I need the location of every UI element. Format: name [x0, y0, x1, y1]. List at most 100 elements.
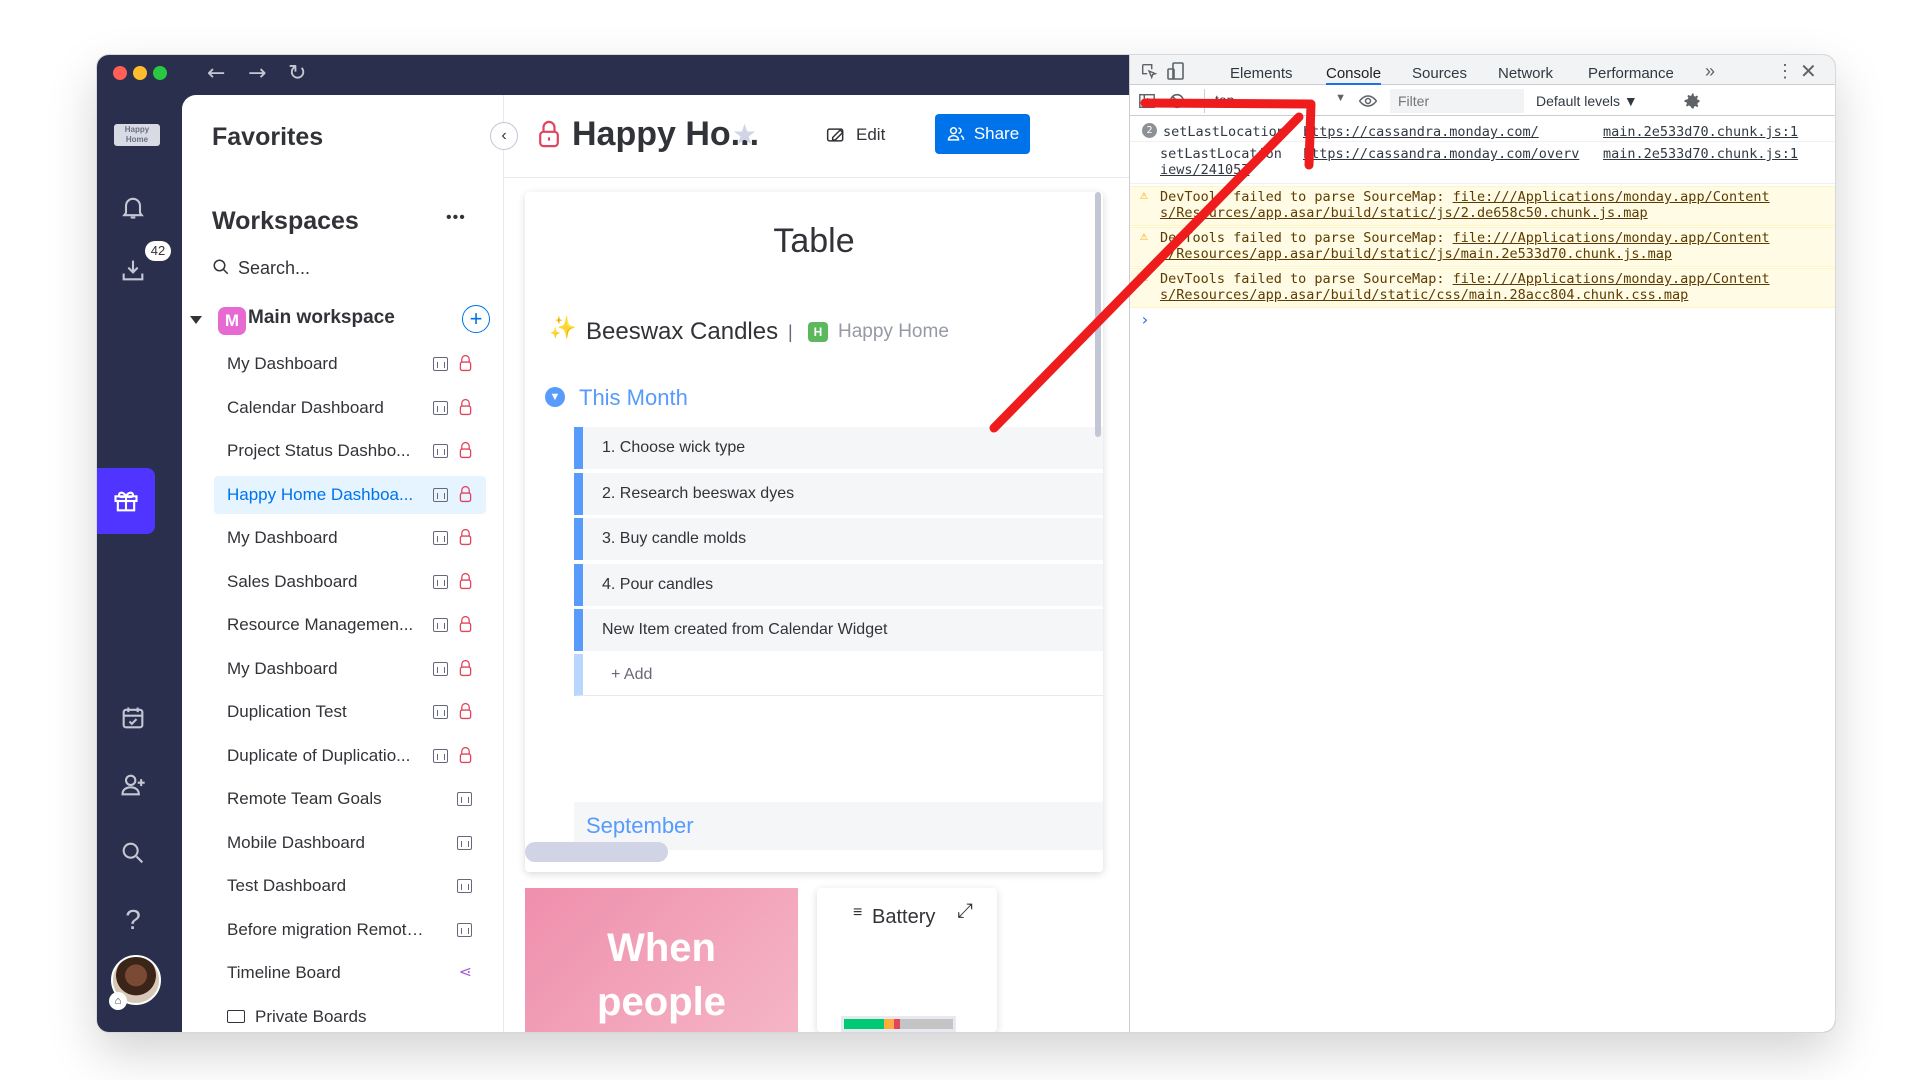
device-toolbar-icon[interactable] [1166, 61, 1186, 81]
sidebar-item[interactable]: My Dashboard [214, 650, 486, 688]
table-row[interactable]: 1. Choose wick type [574, 427, 1103, 469]
sidebar-item[interactable]: Remote Team Goals [214, 780, 486, 818]
tab-console[interactable]: Console [1326, 65, 1382, 85]
horizontal-scrollbar[interactable] [525, 842, 668, 862]
console-warning[interactable]: ⚠ DevTools failed to parse SourceMap: fil… [1130, 227, 1835, 267]
sidebar-item[interactable]: My Dashboard [214, 345, 486, 383]
table-row[interactable]: 3. Buy candle molds [574, 518, 1103, 560]
edit-button[interactable]: Edit [824, 117, 885, 153]
group-title-this-month[interactable]: This Month [579, 385, 688, 411]
clear-console-icon[interactable] [1168, 92, 1186, 110]
sidebar-item[interactable]: Project Status Dashbo... [214, 432, 486, 470]
workspace-logo[interactable]: Happy Home [114, 124, 160, 146]
sidebar-item[interactable]: Resource Managemen... [214, 606, 486, 644]
console-prompt[interactable]: › [1140, 310, 1150, 329]
share-button[interactable]: Share [935, 114, 1030, 154]
board-header: Happy Ho... ★ Edit Share [504, 95, 1182, 178]
minimize-window-button[interactable] [133, 66, 147, 80]
board-name[interactable]: Beeswax Candles [586, 318, 778, 346]
console-log-1[interactable]: 2 setLastLocation https://cassandra.mond… [1130, 122, 1835, 142]
sidebar-item[interactable]: Test Dashboard [214, 867, 486, 905]
row-title: New Item created from Calendar Widget [602, 621, 888, 638]
filter-icon[interactable]: ≡ [853, 904, 862, 922]
search-icon [212, 258, 229, 275]
search-icon[interactable] [113, 833, 153, 873]
warning-url[interactable]: file:///Applications/monday.app/Content [1453, 189, 1770, 205]
warning-url-cont[interactable]: s/Resources/app.asar/build/static/js/mai… [1160, 246, 1672, 262]
zoom-window-button[interactable] [153, 66, 167, 80]
close-devtools-icon[interactable]: ✕ [1800, 59, 1817, 84]
add-item-button[interactable]: + [462, 305, 490, 333]
sidebar-item[interactable]: Happy Home Dashboa... [214, 475, 486, 514]
collapse-triangle-icon[interactable] [190, 316, 202, 324]
tab-performance[interactable]: Performance [1588, 65, 1674, 82]
sidebar-item[interactable]: Mobile Dashboard [214, 824, 486, 862]
table-row[interactable]: 2. Research beeswax dyes [574, 472, 1103, 515]
tab-sources[interactable]: Sources [1412, 65, 1467, 82]
workspace-name[interactable]: Main workspace [248, 307, 395, 329]
gear-icon[interactable] [1682, 91, 1702, 111]
sidebar-item[interactable]: Sales Dashboard [214, 563, 486, 601]
vertical-scrollbar[interactable] [1095, 192, 1101, 437]
filter-input[interactable] [1390, 89, 1524, 113]
sidebar-item[interactable]: Duplication Test [214, 693, 486, 731]
levels-select[interactable]: Default levels ▼ [1536, 93, 1638, 109]
devtools-menu-icon[interactable]: ⋮ [1776, 61, 1794, 82]
log-url-cont[interactable]: iews/241057 [1160, 162, 1249, 178]
dashboard-icon [433, 661, 448, 676]
log-url[interactable]: https://cassandra.monday.com/ [1303, 124, 1539, 140]
gift-button[interactable] [97, 468, 155, 534]
private-boards-folder[interactable]: Private Boards [214, 998, 486, 1033]
add-item-row[interactable]: + Add [574, 654, 1103, 696]
help-icon[interactable]: ? [113, 900, 153, 940]
tab-elements[interactable]: Elements [1230, 65, 1293, 82]
more-tabs-icon[interactable]: » [1705, 61, 1715, 82]
sidebar-item[interactable]: Before migration Remote ... [214, 911, 486, 949]
log-source[interactable]: main.2e533d70.chunk.js:1 [1603, 124, 1798, 140]
sidebar-item[interactable]: Duplicate of Duplicatio... [214, 737, 486, 775]
warning-icon: ⚠ [1140, 188, 1148, 203]
bell-icon[interactable] [113, 187, 153, 227]
sidebar-toggle-icon[interactable] [1138, 92, 1156, 110]
favorite-star-icon[interactable]: ★ [732, 118, 757, 151]
warning-url-cont[interactable]: s/Resources/app.asar/build/static/css/ma… [1160, 287, 1688, 303]
forward-arrow-icon[interactable]: → [248, 63, 266, 85]
widget-title[interactable]: Table [525, 222, 1103, 261]
warning-url-cont[interactable]: s/Resources/app.asar/build/static/js/2.d… [1160, 205, 1648, 221]
workspace-badge: H [808, 322, 828, 342]
workspace-avatar[interactable]: M [218, 307, 246, 335]
console-warning[interactable]: ⚠ DevTools failed to parse SourceMap: fil… [1130, 268, 1835, 308]
tab-network[interactable]: Network [1498, 65, 1553, 82]
warning-url[interactable]: file:///Applications/monday.app/Content [1453, 230, 1770, 246]
battery-title[interactable]: Battery [872, 906, 935, 929]
quote-widget: When people [525, 888, 798, 1032]
table-row[interactable]: New Item created from Calendar Widget [574, 609, 1103, 651]
invite-members-icon[interactable] [113, 765, 153, 805]
search-input[interactable]: Search... [238, 258, 310, 279]
log-source[interactable]: main.2e533d70.chunk.js:1 [1603, 146, 1798, 162]
eye-icon[interactable] [1358, 91, 1378, 111]
calendar-icon[interactable] [113, 698, 153, 738]
log-count-badge: 2 [1142, 123, 1157, 138]
fullscreen-icon[interactable]: ⤢ [957, 900, 973, 923]
workspace-link[interactable]: Happy Home [838, 321, 949, 343]
sidebar-item[interactable]: Timeline Board ⋖ [214, 954, 486, 992]
group-collapse-icon[interactable]: ▼ [545, 387, 565, 407]
workspace-options-button[interactable]: ••• [446, 209, 466, 227]
inspect-element-icon[interactable] [1140, 62, 1158, 80]
close-window-button[interactable] [113, 66, 127, 80]
context-select[interactable]: top ▼ [1204, 89, 1352, 113]
warning-url[interactable]: file:///Applications/monday.app/Content [1453, 271, 1770, 287]
sidebar-item[interactable]: Calendar Dashboard [214, 389, 486, 427]
console-log-2[interactable]: setLastLocation https://cassandra.monday… [1130, 144, 1835, 184]
log-url[interactable]: https://cassandra.monday.com/overv [1303, 146, 1579, 162]
sidebar-item-label: Timeline Board [227, 963, 341, 982]
sidebar-item[interactable]: My Dashboard [214, 519, 486, 557]
dashboard-icon [433, 400, 448, 415]
table-row[interactable]: 4. Pour candles [574, 563, 1103, 606]
page-title[interactable]: Happy Ho... [572, 115, 759, 154]
back-arrow-icon[interactable]: ← [207, 63, 225, 85]
reload-icon[interactable]: ↻ [288, 63, 306, 85]
favorites-title[interactable]: Favorites [212, 123, 323, 152]
console-warning[interactable]: ⚠ DevTools failed to parse SourceMap: fil… [1130, 186, 1835, 226]
